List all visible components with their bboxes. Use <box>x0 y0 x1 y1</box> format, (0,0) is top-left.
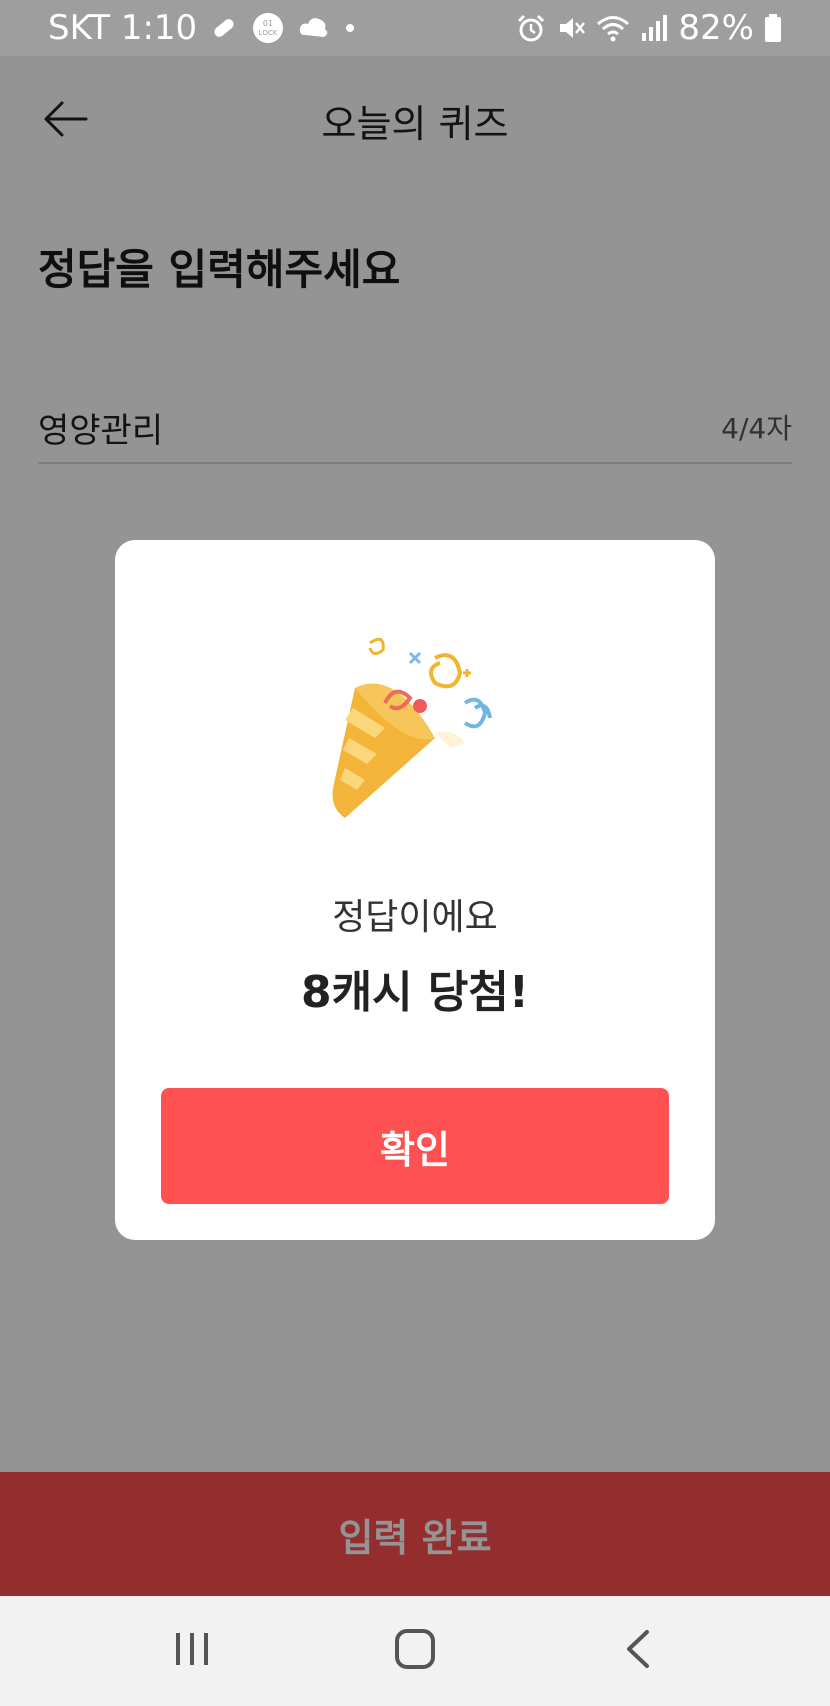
dot-icon <box>343 21 357 35</box>
status-bar: SKT 1:10 01 LOCK 82% <box>0 0 830 56</box>
correct-message: 정답이에요 <box>332 897 498 938</box>
party-popper-icon <box>315 628 535 828</box>
back-icon <box>623 1628 653 1674</box>
svg-text:01: 01 <box>263 19 273 28</box>
status-left: SKT 1:10 01 LOCK <box>48 8 357 48</box>
wifi-icon <box>596 13 630 43</box>
alarm-icon <box>516 13 546 43</box>
reward-message: 8캐시 당첨! <box>301 967 529 1018</box>
pill-icon <box>209 13 239 43</box>
confirm-button[interactable]: 확인 <box>161 1088 669 1204</box>
home-button[interactable] <box>375 1611 455 1691</box>
signal-icon <box>640 13 668 43</box>
status-right: 82% <box>516 8 782 48</box>
carrier-time: SKT 1:10 <box>48 8 198 48</box>
system-nav-bar <box>0 1596 830 1706</box>
battery-icon <box>764 13 782 43</box>
system-back-button[interactable] <box>598 1611 678 1691</box>
recent-apps-button[interactable] <box>152 1611 232 1691</box>
mute-icon <box>556 13 586 43</box>
result-dialog: 정답이에요 8캐시 당첨! 확인 <box>115 540 715 1240</box>
battery-percent: 82% <box>678 8 754 48</box>
cloud-icon <box>297 13 331 43</box>
recent-apps-icon <box>172 1629 212 1673</box>
lock-badge-icon: 01 LOCK <box>251 11 285 45</box>
svg-text:LOCK: LOCK <box>259 29 278 37</box>
home-icon <box>394 1628 436 1674</box>
